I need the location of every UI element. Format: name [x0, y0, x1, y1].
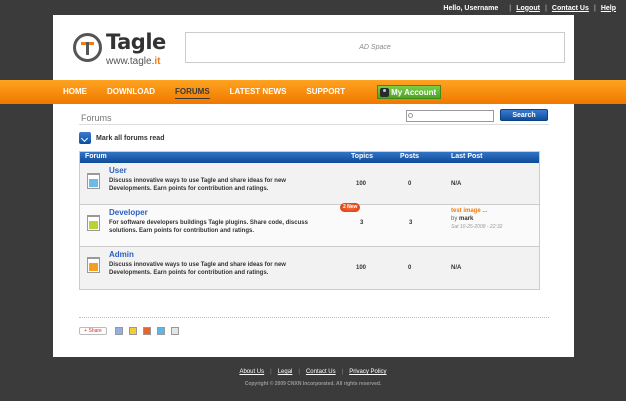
share-bar: + Share [79, 327, 185, 335]
footer-privacy-link[interactable]: Privacy Policy [349, 369, 386, 375]
forum-icon [87, 215, 100, 231]
forum-description: For software developers buildings Tagle … [109, 220, 308, 234]
forum-description: Discuss innovative ways to use Tagle and… [109, 178, 286, 192]
contact-us-link[interactable]: Contact Us [552, 5, 589, 12]
col-last-post: Last Post [451, 153, 483, 160]
col-forum: Forum [85, 153, 107, 160]
chevron-down-icon [79, 132, 91, 144]
main-nav: HOME DOWNLOAD FORUMS LATEST NEWS SUPPORT… [53, 80, 574, 104]
table-row: Admin Discuss innovative ways to use Tag… [80, 247, 539, 289]
table-header: Forum Topics Posts Last Post [80, 152, 539, 163]
title-divider [79, 124, 549, 125]
footer-links: About Us | Legal | Contact Us | Privacy … [239, 369, 387, 375]
last-post-date: Sat 10-25-2008 - 22:32 [451, 224, 503, 230]
last-post: N/A [451, 265, 462, 271]
page-title: Forums [81, 113, 112, 123]
share-button[interactable]: + Share [79, 327, 107, 335]
footer-about-link[interactable]: About Us [239, 369, 264, 375]
posts-count: 0 [408, 265, 412, 271]
greeting: Hello, Username [443, 4, 499, 12]
dotted-divider [79, 317, 549, 318]
topics-count: 100 [356, 265, 367, 271]
logo-icon [73, 33, 102, 62]
last-post: N/A [451, 181, 462, 187]
forum-description: Discuss innovative ways to use Tagle and… [109, 262, 286, 276]
nav-latest-news[interactable]: LATEST NEWS [220, 80, 297, 104]
share-icon-4[interactable] [157, 327, 165, 335]
topics-count: 3 [360, 220, 364, 226]
forum-icon [87, 257, 100, 273]
search-button[interactable]: Search [500, 109, 548, 121]
table-row: User Discuss innovative ways to use Tagl… [80, 163, 539, 205]
forum-link-admin[interactable]: Admin [109, 250, 134, 259]
share-icon-3[interactable] [143, 327, 151, 335]
share-icon-5[interactable] [171, 327, 179, 335]
share-icon-2[interactable] [129, 327, 137, 335]
forum-link-user[interactable]: User [109, 166, 127, 175]
posts-count: 3 [409, 220, 413, 226]
last-post-link[interactable]: test image ... [451, 208, 487, 214]
logo-url: www.tagle.it [106, 56, 161, 67]
mark-all-read-label: Mark all forums read [96, 134, 165, 142]
logo-name: Tagle [106, 30, 166, 54]
new-badge: 2 New [340, 203, 361, 212]
topics-count: 100 [356, 181, 367, 187]
forum-icon [87, 173, 100, 189]
main-card: Tagle www.tagle.it AD Space HOME DOWNLOA… [53, 15, 574, 357]
help-link[interactable]: Help [601, 5, 616, 12]
forum-link-developer[interactable]: Developer [109, 208, 148, 217]
footer-contact-link[interactable]: Contact Us [306, 369, 336, 375]
mark-all-read[interactable]: Mark all forums read [79, 132, 164, 144]
logo[interactable]: Tagle www.tagle.it [73, 30, 173, 70]
my-account-label: My Account [391, 87, 437, 97]
posts-count: 0 [408, 181, 412, 187]
ad-space[interactable]: AD Space [185, 32, 565, 63]
nav-home[interactable]: HOME [53, 80, 97, 104]
nav-download[interactable]: DOWNLOAD [97, 80, 165, 104]
forum-table: Forum Topics Posts Last Post User Discus… [79, 151, 540, 290]
share-icon-1[interactable] [115, 327, 123, 335]
my-account-button[interactable]: My Account [377, 85, 442, 99]
col-topics: Topics [351, 153, 374, 160]
nav-support[interactable]: SUPPORT [296, 80, 355, 104]
top-links: Hello, Username | Logout | Contact Us | … [443, 4, 616, 12]
logout-link[interactable]: Logout [516, 5, 540, 12]
last-post-author[interactable]: mark [459, 216, 473, 222]
footer-legal-link[interactable]: Legal [278, 369, 293, 375]
col-posts: Posts [400, 153, 420, 160]
table-row: Developer For software developers buildi… [80, 203, 539, 247]
account-icon [380, 87, 390, 97]
copyright: Copyright © 2009 CNXN Incorporated. All … [244, 381, 382, 387]
search-input[interactable] [406, 110, 494, 122]
search-icon [408, 113, 413, 118]
nav-forums[interactable]: FORUMS [165, 80, 220, 104]
last-post-by: by mark [451, 216, 474, 222]
